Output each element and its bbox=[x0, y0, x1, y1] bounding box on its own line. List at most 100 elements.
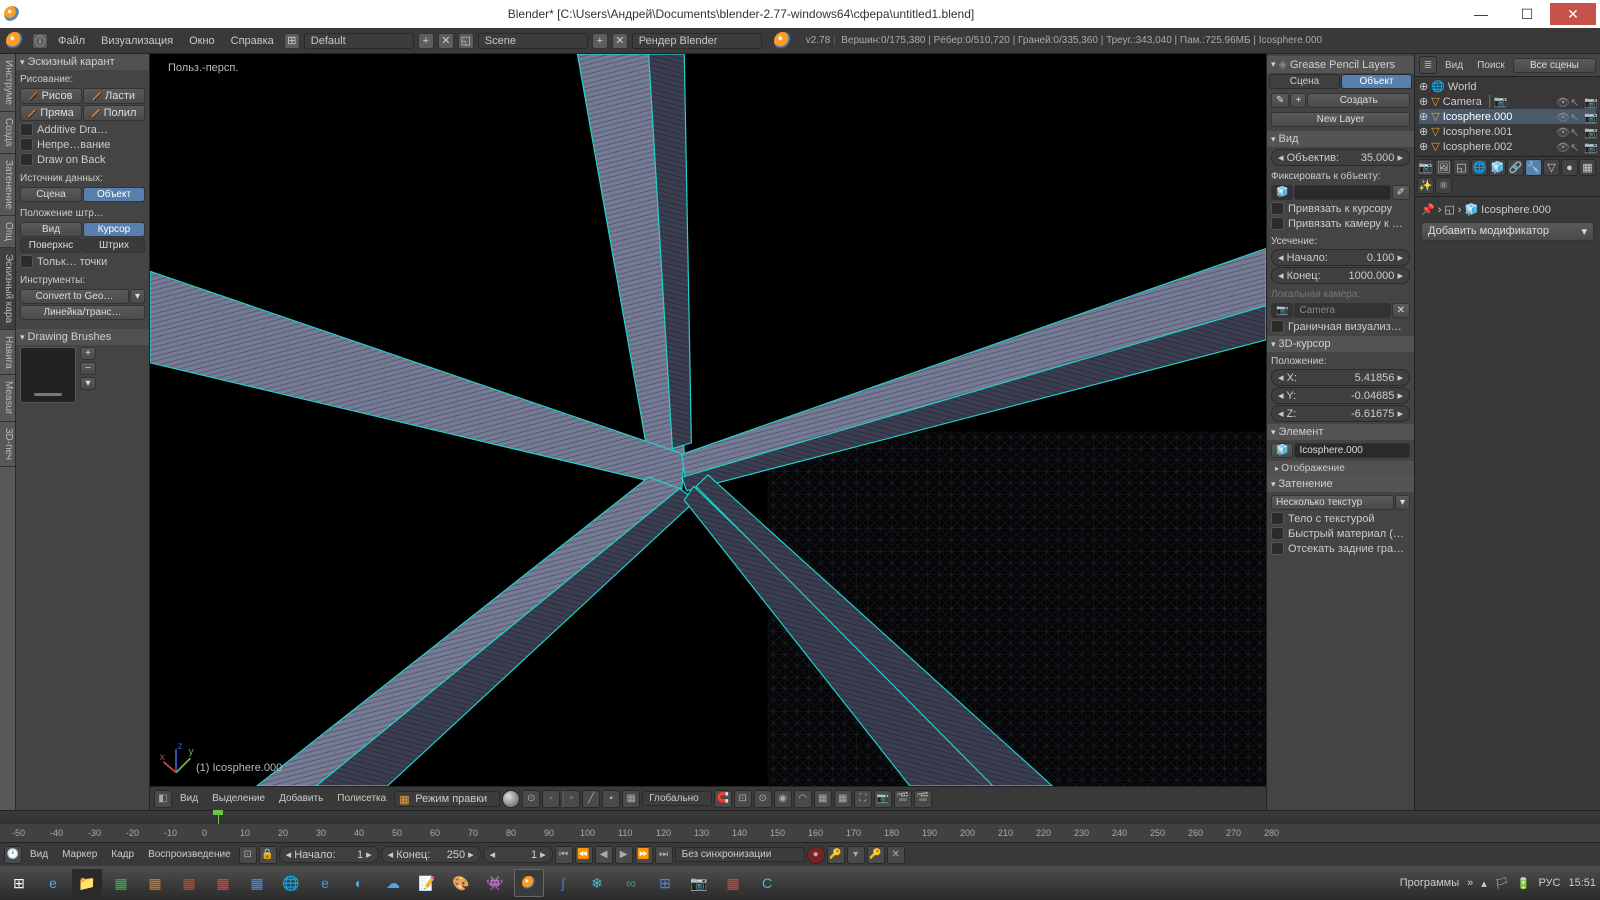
current-frame-input[interactable]: ◂1 ▸ bbox=[483, 846, 553, 863]
brush-preview[interactable] bbox=[20, 347, 76, 403]
lens-input[interactable]: ◂ Объектив:35.000 ▸ bbox=[1271, 149, 1410, 166]
sync-dropdown[interactable]: Без синхронизации bbox=[675, 847, 805, 862]
app4-icon[interactable]: ▦ bbox=[242, 869, 272, 897]
app9-icon[interactable]: ❄ bbox=[582, 869, 612, 897]
tool-tab[interactable]: Measur bbox=[0, 375, 15, 421]
prop-tab-physics[interactable]: ⚛ bbox=[1435, 177, 1452, 194]
pin-icon[interactable]: 📌 bbox=[1421, 203, 1435, 216]
tool-tab[interactable]: Опц bbox=[0, 216, 15, 248]
app6-icon[interactable]: ☁ bbox=[378, 869, 408, 897]
cam-browse-icon[interactable]: 📷 bbox=[1271, 303, 1293, 318]
prop-tab-data[interactable]: ▽ bbox=[1543, 159, 1560, 176]
cam-clear-icon[interactable]: ✕ bbox=[1392, 303, 1410, 318]
display-header[interactable]: Отображение bbox=[1267, 461, 1414, 476]
app8-icon[interactable]: ʃ bbox=[548, 869, 578, 897]
gp-object-tab[interactable]: Объект bbox=[1341, 74, 1412, 89]
taskbar-programs[interactable]: Программы bbox=[1400, 877, 1459, 889]
proportional-icon[interactable]: ◉ bbox=[774, 790, 792, 808]
prop-tab-particles[interactable]: ✨ bbox=[1417, 177, 1434, 194]
scene-del-icon[interactable]: ✕ bbox=[612, 33, 628, 49]
maximize-button[interactable]: ☐ bbox=[1504, 3, 1550, 25]
brush-menu-button[interactable]: ▾ bbox=[80, 377, 96, 390]
outliner-row[interactable]: ⊕▽Camera│📷👁↖📷 bbox=[1419, 94, 1596, 109]
scene-dropdown[interactable]: Scene bbox=[478, 33, 588, 49]
prop-tab-render[interactable]: 📷 bbox=[1417, 159, 1434, 176]
shading-mode-dropdown[interactable]: Несколько текстур bbox=[1271, 495, 1394, 510]
outliner[interactable]: ⊕🌐World ⊕▽Camera│📷👁↖📷 ⊕▽Icosphere.000👁↖📷… bbox=[1415, 77, 1600, 156]
tl-playback[interactable]: Воспроизведение bbox=[142, 849, 237, 860]
ruler-button[interactable]: Линейка/транс… bbox=[20, 305, 145, 320]
prop-tab-constraints[interactable]: 🔗 bbox=[1507, 159, 1524, 176]
convert-menu[interactable]: ▾ bbox=[130, 289, 145, 304]
play-rev-icon[interactable]: ◀ bbox=[595, 846, 613, 864]
object-browse-icon[interactable]: 🧊 bbox=[1271, 185, 1293, 200]
poly-button[interactable]: Полил bbox=[83, 105, 145, 121]
render-preview-icon[interactable]: ⛶ bbox=[854, 790, 872, 808]
view-button[interactable]: Вид bbox=[20, 222, 82, 237]
eye-icon[interactable]: 👁 bbox=[1556, 96, 1568, 108]
checkbox[interactable] bbox=[1271, 320, 1284, 333]
vertex-select-icon[interactable]: ▫ bbox=[562, 790, 580, 808]
prop-tab-object[interactable]: 🧊 bbox=[1489, 159, 1506, 176]
render-icon[interactable]: 📷 bbox=[1584, 96, 1596, 108]
key-icon[interactable]: 🔑 bbox=[827, 846, 845, 864]
checkbox[interactable] bbox=[20, 123, 33, 136]
battery-icon[interactable]: 🔋 bbox=[1517, 877, 1531, 890]
app2-icon[interactable]: ▦ bbox=[174, 869, 204, 897]
arduino-icon[interactable]: ∞ bbox=[616, 869, 646, 897]
tl-view[interactable]: Вид bbox=[24, 849, 54, 860]
start-input[interactable]: ◂ Начало:1 ▸ bbox=[279, 846, 379, 863]
tool-tab[interactable]: Навига bbox=[0, 330, 15, 376]
timeline-type-icon[interactable]: 🕐 bbox=[4, 846, 22, 864]
gp-create-button[interactable]: Создать bbox=[1307, 93, 1410, 108]
editor-type-icon[interactable]: ⓘ bbox=[32, 33, 48, 49]
vh-add[interactable]: Добавить bbox=[273, 793, 329, 804]
key-insert-icon[interactable]: 🔑 bbox=[867, 846, 885, 864]
prop-tab-texture[interactable]: ▦ bbox=[1579, 159, 1596, 176]
vh-view[interactable]: Вид bbox=[174, 793, 204, 804]
src-object-button[interactable]: Объект bbox=[83, 187, 145, 202]
keyset-icon[interactable]: ▾ bbox=[847, 846, 865, 864]
flag-icon[interactable]: 🏳 bbox=[1495, 877, 1509, 890]
mode-dropdown[interactable]: ▦Режим правки bbox=[394, 791, 500, 807]
scene-add-icon[interactable]: + bbox=[592, 33, 608, 49]
explorer-icon[interactable]: 📁 bbox=[72, 869, 102, 897]
tool-tab[interactable]: 3D-печ bbox=[0, 422, 15, 467]
app3-icon[interactable]: ▦ bbox=[208, 869, 238, 897]
erase-button[interactable]: Ласти bbox=[83, 88, 145, 104]
layers-icon[interactable]: ▦ bbox=[814, 790, 832, 808]
edge-select-icon[interactable]: ╱ bbox=[582, 790, 600, 808]
src-scene-button[interactable]: Сцена bbox=[20, 187, 82, 202]
blender-logo[interactable] bbox=[6, 32, 24, 50]
outliner-row[interactable]: ⊕▽Icosphere.002👁↖📷 bbox=[1419, 139, 1596, 154]
brushes-header[interactable]: Drawing Brushes bbox=[16, 329, 149, 345]
close-button[interactable]: ✕ bbox=[1550, 3, 1596, 25]
tl-marker[interactable]: Маркер bbox=[56, 849, 103, 860]
jump-next-icon[interactable]: ⏩ bbox=[635, 846, 653, 864]
app11-icon[interactable]: 📷 bbox=[684, 869, 714, 897]
app13-icon[interactable]: С bbox=[752, 869, 782, 897]
checkbox[interactable] bbox=[20, 255, 33, 268]
eye-icon[interactable]: 👁 bbox=[1556, 141, 1568, 153]
snap-elem-icon[interactable]: ⊡ bbox=[734, 790, 752, 808]
jump-prev-icon[interactable]: ⏪ bbox=[575, 846, 593, 864]
edge-icon[interactable]: e bbox=[310, 869, 340, 897]
lock-icon[interactable]: 🔒 bbox=[259, 846, 277, 864]
end-input[interactable]: ◂ Конец:250 ▸ bbox=[381, 846, 481, 863]
clapboard-icon[interactable]: 🎬 bbox=[914, 790, 932, 808]
gp-scene-tab[interactable]: Сцена bbox=[1269, 74, 1340, 89]
3d-viewport[interactable]: Польз.-персп. (1) Icosphere.000 y z x bbox=[150, 54, 1266, 786]
screen-layout-icon[interactable]: ⊞ bbox=[284, 33, 300, 49]
prop-tab-scene[interactable]: ◱ bbox=[1453, 159, 1470, 176]
orientation-dropdown[interactable]: Глобально bbox=[642, 791, 712, 806]
outliner-scenes-dropdown[interactable]: Все сцены bbox=[1513, 58, 1596, 73]
shading-icon[interactable] bbox=[502, 790, 520, 808]
menu-file[interactable]: Файл bbox=[50, 35, 93, 47]
panel-header-gp[interactable]: Эскизный карант bbox=[16, 54, 149, 70]
timeline-track[interactable]: -50-40-30-20-100102030405060708090100110… bbox=[0, 810, 1600, 842]
mesh-data-icon[interactable]: 🧊 bbox=[1271, 443, 1293, 458]
face-select-icon[interactable]: ▪ bbox=[602, 790, 620, 808]
tool-tab-active[interactable]: Эскизный кара bbox=[0, 248, 15, 330]
notepad-icon[interactable]: 📝 bbox=[412, 869, 442, 897]
gl-render-icon[interactable]: 📷 bbox=[874, 790, 892, 808]
